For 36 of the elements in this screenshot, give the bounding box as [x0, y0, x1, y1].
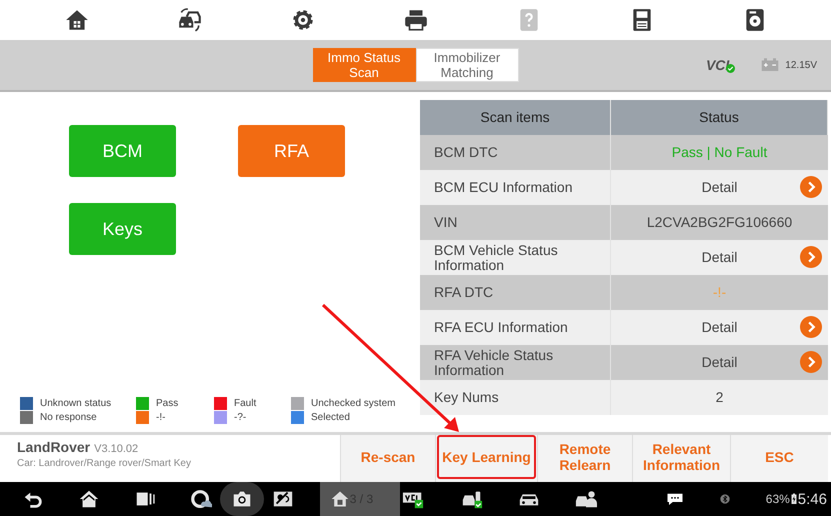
table-cell: L2CVA2BG2FG106660: [646, 215, 792, 230]
legend-label: -?-: [234, 412, 246, 423]
table-cell: Detail: [702, 320, 738, 335]
module-button[interactable]: BCM: [69, 125, 176, 177]
table-cell: Pass | No Fault: [672, 145, 768, 160]
action-button[interactable]: Key Learning: [437, 435, 536, 479]
legend-label: Selected: [311, 412, 350, 423]
legend-label: Fault: [234, 398, 256, 409]
cars-icon[interactable]: [176, 7, 202, 33]
legend-label: Unknown status: [40, 398, 112, 409]
car-path: Car: Landrover/Range rover/Smart Key: [17, 458, 192, 469]
chevron-icon[interactable]: [800, 246, 822, 268]
battery-voltage: 12.15V: [785, 60, 817, 70]
tab[interactable]: Immo Status Scan: [312, 48, 416, 82]
legend-label: No response: [40, 412, 97, 423]
clock: 5:46: [798, 490, 828, 508]
chevron-icon[interactable]: [800, 176, 822, 198]
table-cell: Detail: [702, 180, 738, 195]
version-label: V3.10.02: [94, 443, 138, 455]
cloud-icon[interactable]: [190, 488, 212, 510]
brand-name: LandRover: [17, 439, 90, 455]
table-cell: -!-: [712, 285, 726, 300]
legend-label: Unchecked system: [311, 398, 396, 409]
module-button[interactable]: Keys: [69, 203, 176, 255]
home-icon[interactable]: [78, 488, 100, 510]
legend-label: -!-: [156, 412, 166, 423]
chevron-icon[interactable]: [800, 316, 822, 338]
module-button[interactable]: RFA: [238, 125, 345, 177]
chevron-icon[interactable]: [800, 351, 822, 373]
table-cell: Detail: [702, 250, 738, 265]
tab[interactable]: Immobilizer Matching: [416, 48, 518, 82]
legend-label: Pass: [156, 398, 178, 409]
table-cell: Detail: [702, 355, 738, 370]
battery-percent: 63%: [766, 492, 790, 506]
table-cell: 2: [716, 390, 724, 405]
table-cell: Key Nums: [420, 380, 611, 415]
